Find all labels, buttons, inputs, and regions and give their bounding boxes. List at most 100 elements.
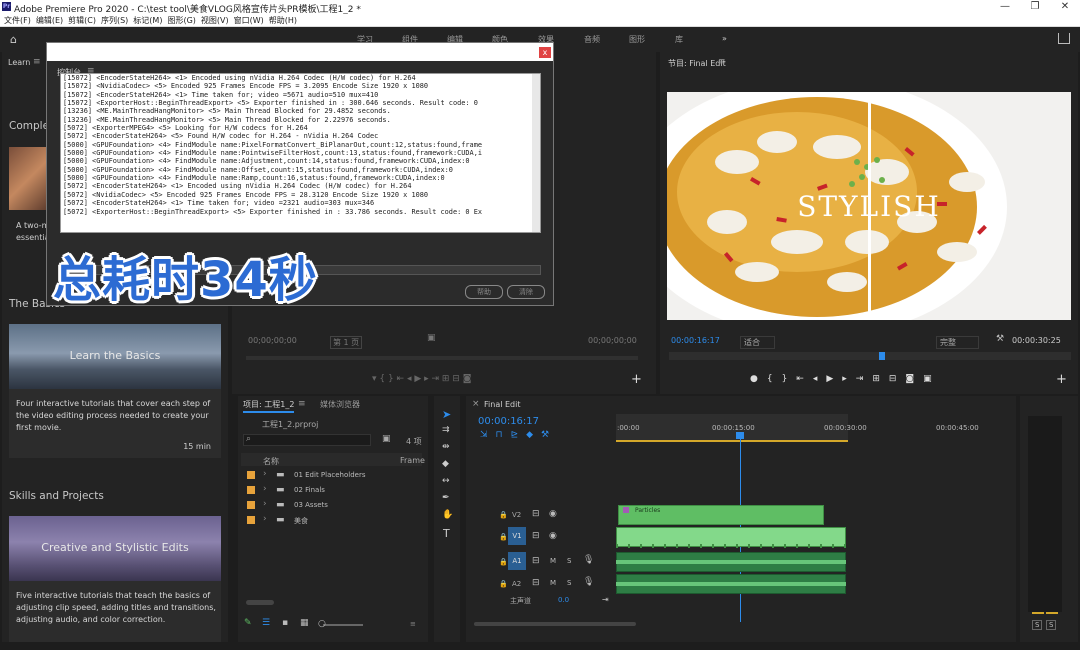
track-header-a1[interactable]: 🔒 A1 ⊟ M S 🎙 xyxy=(466,551,614,573)
mute-icon[interactable]: M xyxy=(550,557,556,565)
sync-icon[interactable]: ⊟ xyxy=(532,578,540,588)
wrench-icon[interactable]: ⚒ xyxy=(996,334,1004,344)
timeline-scrollbar[interactable] xyxy=(474,622,636,626)
menu-window[interactable]: 窗口(W) xyxy=(234,14,264,27)
project-scrollbar[interactable] xyxy=(246,600,274,605)
source-page-select[interactable]: 第 1 页 xyxy=(330,336,363,349)
project-item[interactable]: › ▬ 01 Edit Placeholders xyxy=(241,468,422,482)
help-button[interactable]: 帮助 xyxy=(465,285,503,299)
timeline-tab[interactable]: Final Edit xyxy=(484,400,520,409)
chevron-right-icon[interactable]: › xyxy=(263,469,267,479)
work-area-bar[interactable] xyxy=(616,440,848,442)
workspace-more-icon[interactable]: » xyxy=(722,34,727,43)
panel-menu-icon[interactable]: ≡ xyxy=(33,57,41,67)
lock-icon[interactable]: 🔒 xyxy=(499,533,508,541)
menu-clip[interactable]: 剪辑(C) xyxy=(68,14,96,27)
column-frame[interactable]: Frame xyxy=(400,456,425,465)
source-scrubber[interactable] xyxy=(246,356,638,360)
type-tool-icon[interactable]: T xyxy=(443,527,450,540)
lock-icon[interactable]: 🔒 xyxy=(499,580,508,588)
console-log[interactable]: [15072] <EncoderStateH264> <1> Encoded u… xyxy=(60,73,541,233)
project-tab[interactable]: 项目: 工程1_2 xyxy=(243,399,295,413)
menu-graphics[interactable]: 图形(G) xyxy=(167,14,195,27)
menu-file[interactable]: 文件(F) xyxy=(4,14,31,27)
chevron-right-icon[interactable]: › xyxy=(263,499,267,509)
first-card-thumbnail[interactable] xyxy=(9,147,49,210)
project-item[interactable]: › ▬ 美食 xyxy=(241,513,422,527)
list-view-icon[interactable]: ☰ xyxy=(262,618,270,628)
ripple-edit-tool-icon[interactable]: ⇹ xyxy=(442,442,450,452)
creative-edits-card[interactable]: Creative and Stylistic Edits Five intera… xyxy=(9,516,221,642)
solo-icon[interactable]: S xyxy=(567,557,571,565)
program-playhead[interactable] xyxy=(879,352,885,360)
program-transport-icons[interactable]: ●{}⇤◂▶▸⇥⊞⊟◙▣ xyxy=(750,374,941,384)
chevron-right-icon[interactable]: › xyxy=(263,514,267,524)
source-transport-icons[interactable]: ▾ { } ⇤ ◂ ▶ ▸ ⇥ ⊞ ⊟ ◙ xyxy=(372,374,471,384)
eye-icon[interactable]: ◉ xyxy=(549,531,557,541)
minimize-button[interactable]: — xyxy=(990,0,1020,14)
project-item[interactable]: › ▬ 03 Assets xyxy=(241,498,422,512)
solo-icon[interactable]: S xyxy=(567,579,571,587)
program-scrubber[interactable] xyxy=(669,352,1071,360)
track-header-v2[interactable]: 🔒 V2 ⊟ ◉ xyxy=(466,505,614,525)
workspace-libraries[interactable]: 库 xyxy=(675,34,683,45)
program-add-button[interactable]: + xyxy=(1056,372,1067,387)
mic-icon[interactable]: 🎙 xyxy=(583,555,594,565)
hand-tool-icon[interactable]: ✋ xyxy=(442,510,453,520)
track-label[interactable]: A1 xyxy=(508,552,526,570)
selection-tool-icon[interactable]: ➤ xyxy=(442,408,451,421)
media-browser-tab[interactable]: 媒体浏览器 xyxy=(320,399,360,410)
lock-icon[interactable]: 🔒 xyxy=(499,558,508,566)
track-header-a2[interactable]: 🔒 A2 ⊟ M S 🎙 xyxy=(466,574,614,594)
share-icon[interactable] xyxy=(1058,33,1070,44)
master-value[interactable]: 0.0 xyxy=(558,596,569,604)
close-button[interactable]: ✕ xyxy=(1050,0,1080,14)
pen-tool-icon[interactable]: ✒ xyxy=(442,493,450,503)
program-fit-select[interactable]: 适合 xyxy=(740,336,775,349)
dialog-close-button[interactable]: x xyxy=(539,47,551,58)
chevron-right-icon[interactable]: › xyxy=(263,484,267,494)
timeline-timecode[interactable]: 00:00:16:17 xyxy=(478,416,539,427)
project-menu-icon[interactable]: ≡ xyxy=(298,399,306,409)
menu-sequence[interactable]: 序列(S) xyxy=(101,14,128,27)
menu-edit[interactable]: 编辑(E) xyxy=(36,14,63,27)
project-panel-more-icon[interactable]: ≡ xyxy=(410,620,416,628)
program-menu-icon[interactable]: ≡ xyxy=(718,57,726,67)
clip-particles[interactable]: Particles xyxy=(618,505,824,525)
razor-tool-icon[interactable]: ◆ xyxy=(442,459,449,469)
learn-basics-card[interactable]: Learn the Basics Four interactive tutori… xyxy=(9,324,221,458)
sync-icon[interactable]: ⊟ xyxy=(532,556,540,566)
lock-icon[interactable]: 🔒 xyxy=(499,511,508,519)
master-end-icon[interactable]: ⇥ xyxy=(602,595,609,604)
solo-left-button[interactable]: S xyxy=(1032,620,1043,630)
new-bin-icon[interactable]: ▣ xyxy=(382,434,391,444)
project-search-input[interactable] xyxy=(243,434,371,446)
sync-icon[interactable]: ⊟ xyxy=(532,509,540,519)
solo-right-button[interactable]: S xyxy=(1046,620,1057,630)
master-track-header[interactable]: 主声道 0.0 ⇥ xyxy=(466,594,614,608)
playhead-handle[interactable] xyxy=(736,432,744,439)
workspace-audio[interactable]: 音频 xyxy=(584,34,600,45)
menu-help[interactable]: 帮助(H) xyxy=(269,14,297,27)
timeline-close-icon[interactable]: × xyxy=(472,399,480,409)
mute-icon[interactable]: M xyxy=(550,579,556,587)
slip-tool-icon[interactable]: ↔ xyxy=(442,476,450,486)
clear-button[interactable]: 清除 xyxy=(507,285,545,299)
track-header-v1[interactable]: 🔒 V1 ⊟ ◉ xyxy=(466,526,614,548)
track-select-tool-icon[interactable]: ⇉ xyxy=(442,425,450,435)
project-item[interactable]: › ▬ 02 Finals xyxy=(241,483,422,497)
freeform-view-icon[interactable]: ▦ xyxy=(300,618,309,628)
source-add-button[interactable]: + xyxy=(631,372,642,387)
menu-view[interactable]: 视图(V) xyxy=(201,14,229,27)
program-quality-select[interactable]: 完整 xyxy=(936,336,979,349)
timeline-tool-icons[interactable]: ⇲⊓⊵◆⚒ xyxy=(480,430,557,440)
menu-marker[interactable]: 标记(M) xyxy=(133,14,162,27)
zoom-slider[interactable] xyxy=(323,624,363,626)
icon-view-icon[interactable]: ▪ xyxy=(282,618,288,628)
source-settings-icon[interactable]: ▣ xyxy=(427,333,436,343)
workspace-graphics[interactable]: 图形 xyxy=(629,34,645,45)
track-label[interactable]: V1 xyxy=(508,527,526,545)
zoom-handle-icon[interactable]: ○ xyxy=(318,619,326,629)
console-scrollbar[interactable] xyxy=(532,74,540,232)
eye-icon[interactable]: ◉ xyxy=(549,509,557,519)
